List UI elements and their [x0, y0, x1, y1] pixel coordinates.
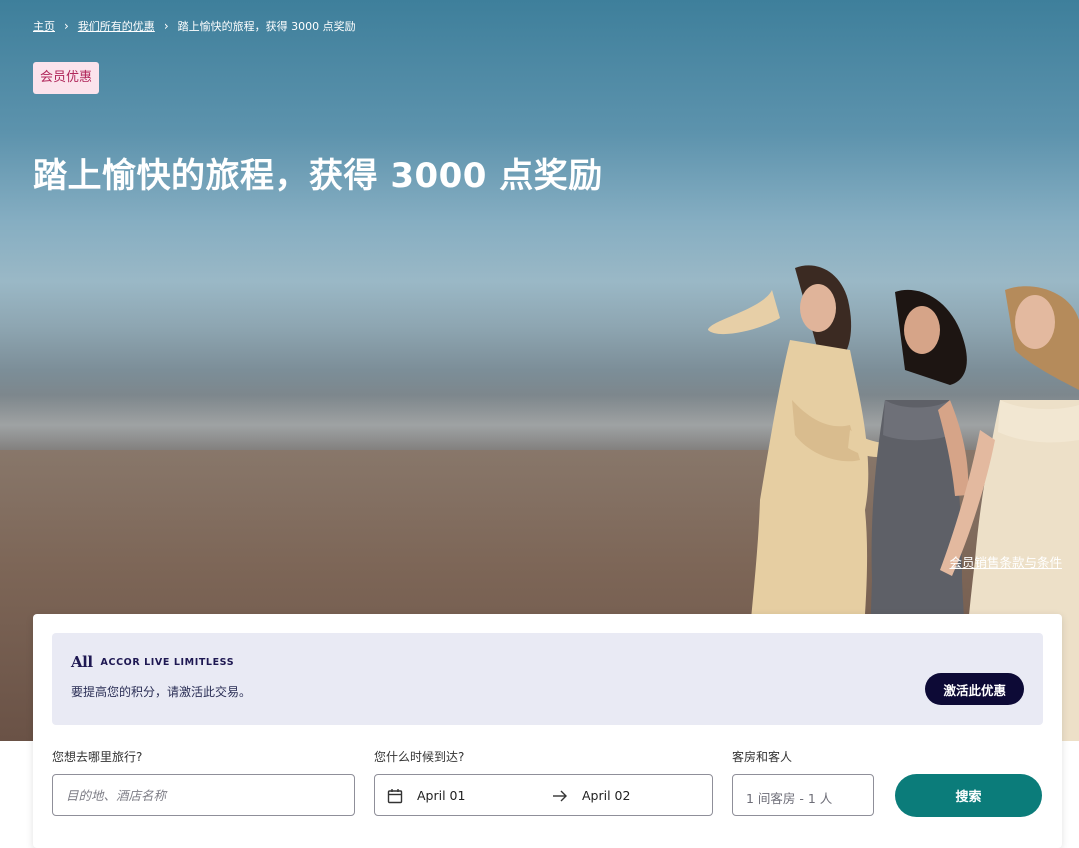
all-logo-mark: All	[71, 653, 93, 671]
loyalty-banner: All ACCOR LIVE LIMITLESS 要提高您的积分，请激活此交易。…	[52, 633, 1043, 725]
destination-label: 您想去哪里旅行?	[52, 750, 143, 764]
page-title: 踏上愉快的旅程，获得 3000 点奖励	[33, 156, 603, 196]
arrow-right-icon	[553, 790, 567, 802]
destination-field[interactable]	[52, 774, 355, 816]
dates-label: 您什么时候到达?	[374, 750, 465, 764]
member-offer-badge: 会员优惠	[33, 62, 100, 94]
rooms-guests-field[interactable]: 1 间客房 - 1 人	[732, 774, 874, 816]
breadcrumb-home-link[interactable]: 主页	[33, 18, 55, 34]
checkin-date[interactable]: April 01	[417, 788, 465, 803]
breadcrumb-current: 踏上愉快的旅程，获得 3000 点奖励	[177, 20, 356, 33]
rooms-guests-value: 1 间客房 - 1 人	[746, 791, 833, 806]
activate-offer-button[interactable]: 激活此优惠	[925, 673, 1024, 705]
all-brand-name: ACCOR LIVE LIMITLESS	[100, 656, 235, 668]
all-logo: All ACCOR LIVE LIMITLESS	[71, 653, 234, 671]
chevron-right-icon: ›	[64, 19, 69, 33]
rooms-label: 客房和客人	[732, 750, 793, 764]
breadcrumb-offers-link[interactable]: 我们所有的优惠	[78, 18, 155, 34]
search-button[interactable]: 搜索	[895, 774, 1042, 817]
calendar-icon	[387, 789, 403, 804]
chevron-right-icon: ›	[163, 19, 169, 33]
booking-card: All ACCOR LIVE LIMITLESS 要提高您的积分，请激活此交易。…	[33, 614, 1062, 848]
checkout-date[interactable]: April 02	[582, 788, 630, 803]
terms-conditions-link[interactable]: 会员销售条款与条件	[949, 552, 1062, 571]
destination-input[interactable]	[53, 775, 354, 815]
date-range-field[interactable]: April 01 April 02	[374, 774, 713, 816]
breadcrumb: 主页 › 我们所有的优惠 › 踏上愉快的旅程，获得 3000 点奖励	[33, 18, 356, 34]
loyalty-message: 要提高您的积分，请激活此交易。	[71, 685, 252, 699]
